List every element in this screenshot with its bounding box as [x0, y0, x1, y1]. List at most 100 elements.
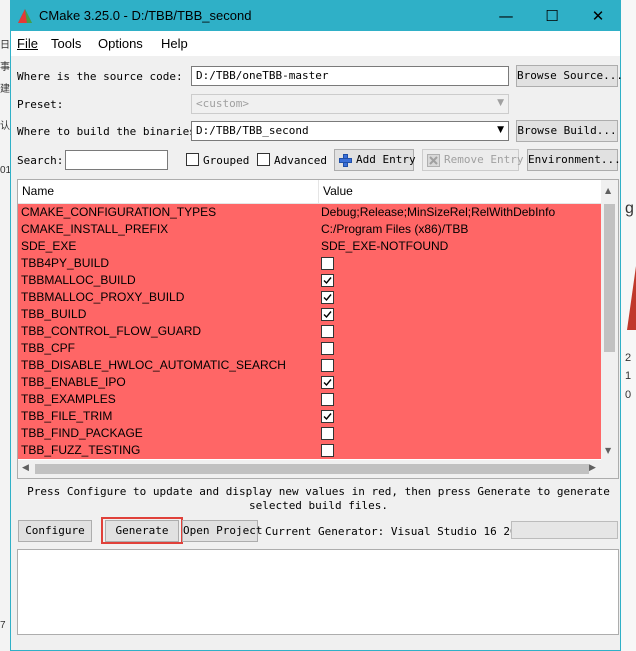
table-body: CMAKE_CONFIGURATION_TYPES Debug;Release;M… [18, 204, 601, 459]
checkmark-icon [323, 294, 332, 302]
open-project-button[interactable]: Open Project [182, 520, 262, 542]
cmake-logo-icon [18, 9, 32, 23]
remove-entry-label: Remove Entry [444, 153, 524, 166]
minimize-button[interactable]: — [483, 1, 529, 31]
chevron-down-icon: ▼ [497, 98, 504, 108]
table-row[interactable]: CMAKE_CONFIGURATION_TYPES Debug;Release;M… [18, 204, 601, 221]
menu-file[interactable]: File [17, 36, 38, 51]
scrollbar-corner [601, 460, 618, 478]
table-row[interactable]: TBB_FILE_TRIM [18, 408, 601, 425]
cache-entry-name: TBB_ENABLE_IPO [21, 375, 126, 389]
table-row[interactable]: SDE_EXE SDE_EXE-NOTFOUND [18, 238, 601, 255]
cache-entry-name: TBB_EXAMPLES [21, 392, 116, 406]
table-row[interactable]: TBB_FUZZ_TESTING [18, 442, 601, 459]
plus-icon [339, 154, 352, 167]
table-row[interactable]: TBB_DISABLE_HWLOC_AUTOMATIC_SEARCH [18, 357, 601, 374]
vertical-scroll-thumb[interactable] [604, 204, 615, 352]
add-entry-button[interactable]: Add Entry [334, 149, 416, 171]
search-input[interactable] [65, 150, 168, 170]
checkbox-checked[interactable] [321, 376, 334, 389]
table-row[interactable]: TBB_FIND_PACKAGE [18, 425, 601, 442]
background-glyph: 0 [625, 389, 632, 401]
column-divider [318, 180, 319, 203]
table-row[interactable]: TBB_CPF [18, 340, 601, 357]
background-glyph: 建 [0, 84, 10, 95]
scroll-down-icon[interactable]: ▼ [605, 446, 611, 455]
cache-entry-name: TBB_BUILD [21, 307, 87, 321]
scroll-up-icon[interactable]: ▲ [605, 186, 611, 195]
browse-build-button[interactable]: Browse Build... [516, 120, 618, 142]
cache-entry-value[interactable]: SDE_EXE-NOTFOUND [321, 239, 448, 253]
checkbox-checked[interactable] [321, 274, 334, 287]
browse-source-button[interactable]: Browse Source... [516, 65, 623, 87]
menu-tools[interactable]: Tools [51, 36, 81, 51]
info-text: Press Configure to update and display ne… [27, 485, 610, 512]
menu-options[interactable]: Options [98, 36, 143, 51]
chevron-down-icon[interactable]: ▼ [497, 125, 504, 135]
menu-help[interactable]: Help [161, 36, 188, 51]
build-path-select[interactable]: D:/TBB/TBB_second ▼ [191, 121, 509, 141]
cache-entry-value[interactable]: C:/Program Files (x86)/TBB [321, 222, 468, 236]
preset-value: <custom> [196, 97, 249, 110]
column-header-name[interactable]: Name [22, 184, 54, 198]
cache-entry-name: TBB_FUZZ_TESTING [21, 443, 141, 457]
background-glyph: 日 [0, 40, 10, 51]
checkbox-unchecked[interactable] [321, 325, 334, 338]
table-row[interactable]: TBB4PY_BUILD [18, 255, 601, 272]
background-glyph: g [625, 200, 634, 217]
cache-entry-name: TBB4PY_BUILD [21, 256, 110, 270]
cache-entry-value[interactable]: Debug;Release;MinSizeRel;RelWithDebInfo [321, 205, 555, 219]
vertical-scrollbar[interactable]: ▲ ▼ [601, 180, 618, 460]
scroll-right-icon[interactable]: ▶ [589, 463, 596, 473]
checkmark-icon [323, 311, 332, 319]
cache-entry-name: TBB_DISABLE_HWLOC_AUTOMATIC_SEARCH [21, 358, 286, 372]
current-generator-label: Current Generator: Visual Studio 16 2019 [265, 525, 530, 538]
table-row[interactable]: TBB_EXAMPLES [18, 391, 601, 408]
cmake-window: CMake 3.25.0 - D:/TBB/TBB_second — ☐ ✕ F… [10, 0, 623, 651]
table-row[interactable]: TBB_BUILD [18, 306, 601, 323]
title-bar[interactable]: CMake 3.25.0 - D:/TBB/TBB_second — ☐ ✕ [11, 1, 620, 31]
environment-button[interactable]: Environment... [527, 149, 621, 171]
grouped-checkbox[interactable] [186, 153, 199, 166]
configure-button[interactable]: Configure [18, 520, 92, 542]
checkbox-unchecked[interactable] [321, 393, 334, 406]
generate-button[interactable]: Generate [105, 520, 179, 542]
background-window-right: g 2 1 0 [621, 0, 636, 651]
maximize-button[interactable]: ☐ [529, 1, 575, 31]
background-glyph: 1 [625, 370, 632, 382]
scroll-left-icon[interactable]: ◀ [22, 463, 29, 473]
checkbox-unchecked[interactable] [321, 342, 334, 355]
column-header-value[interactable]: Value [323, 184, 353, 198]
cache-entry-name: TBB_CPF [21, 341, 76, 355]
table-row[interactable]: CMAKE_INSTALL_PREFIX C:/Program Files (x8… [18, 221, 601, 238]
advanced-label: Advanced [274, 154, 327, 167]
background-glyph: 事 [0, 62, 10, 73]
horizontal-scrollbar[interactable]: ◀ ▶ [18, 460, 601, 478]
checkbox-checked[interactable] [321, 308, 334, 321]
table-row[interactable]: TBBMALLOC_PROXY_BUILD [18, 289, 601, 306]
preset-label: Preset: [17, 98, 64, 111]
table-row[interactable]: TBB_CONTROL_FLOW_GUARD [18, 323, 601, 340]
source-path-input[interactable]: D:/TBB/oneTBB-master [191, 66, 509, 86]
checkmark-icon [323, 379, 332, 387]
menu-help-label: Help [161, 36, 188, 51]
background-glyph: 2 [625, 352, 632, 364]
close-button[interactable]: ✕ [575, 1, 621, 31]
progress-bar [511, 521, 618, 539]
cache-entry-name: TBBMALLOC_PROXY_BUILD [21, 290, 185, 304]
checkbox-unchecked[interactable] [321, 257, 334, 270]
checkbox-unchecked[interactable] [321, 444, 334, 457]
build-path-value: D:/TBB/TBB_second [196, 124, 309, 137]
horizontal-scroll-thumb[interactable] [35, 464, 589, 474]
output-log[interactable] [17, 549, 619, 635]
checkbox-unchecked[interactable] [321, 359, 334, 372]
checkbox-checked[interactable] [321, 291, 334, 304]
checkbox-checked[interactable] [321, 410, 334, 423]
checkbox-unchecked[interactable] [321, 427, 334, 440]
background-glyph: 7 [0, 620, 6, 631]
menu-tools-label: Tools [51, 36, 82, 51]
preset-select: <custom> ▼ [191, 94, 509, 114]
table-row[interactable]: TBBMALLOC_BUILD [18, 272, 601, 289]
table-row[interactable]: TBB_ENABLE_IPO [18, 374, 601, 391]
advanced-checkbox[interactable] [257, 153, 270, 166]
